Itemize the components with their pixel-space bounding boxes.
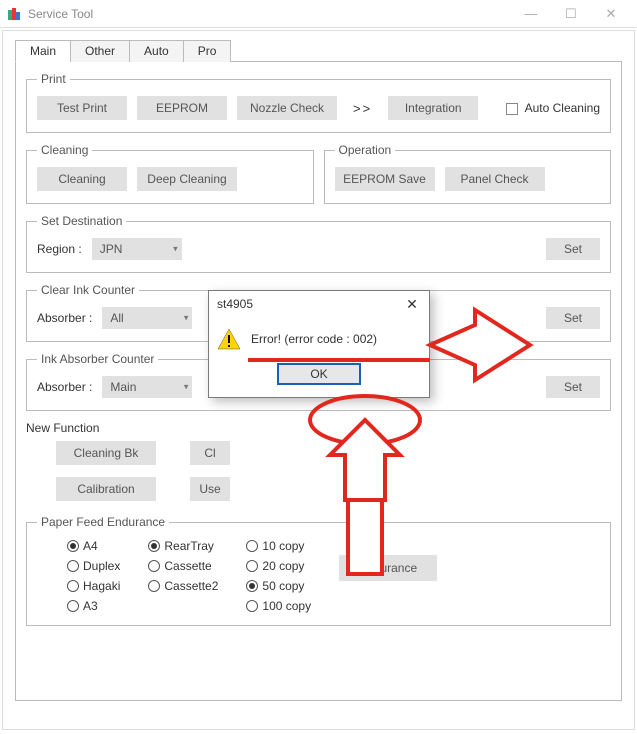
dialog-close-button[interactable]: ✕ — [399, 296, 425, 313]
radio-hagaki[interactable]: Hagaki — [67, 579, 120, 593]
chevron-down-icon: ▾ — [173, 244, 178, 255]
more-icon[interactable]: >> — [347, 101, 378, 116]
title-bar: Service Tool — ☐ ✕ — [0, 0, 637, 28]
radio-reartray[interactable]: RearTray — [148, 539, 218, 553]
auto-cleaning-label: Auto Cleaning — [525, 101, 600, 115]
radio-100copy[interactable]: 100 copy — [246, 599, 311, 613]
group-print-legend: Print — [37, 72, 70, 86]
close-window-button[interactable]: ✕ — [591, 0, 631, 28]
nozzle-check-button[interactable]: Nozzle Check — [237, 96, 337, 120]
ink-absorber-label: Absorber : — [37, 380, 92, 394]
radio-dot-icon — [67, 600, 79, 612]
group-clear-ink-legend: Clear Ink Counter — [37, 283, 139, 297]
group-ink-absorber-legend: Ink Absorber Counter — [37, 352, 158, 366]
error-dialog: st4905 ✕ Error! (error code : 002) OK — [208, 290, 430, 398]
region-select[interactable]: JPN ▾ — [92, 238, 182, 260]
calibration-button[interactable]: Calibration — [56, 477, 156, 501]
ink-absorber-value: Main — [110, 380, 136, 394]
set-destination-set-button[interactable]: Set — [546, 238, 600, 260]
group-set-destination-legend: Set Destination — [37, 214, 126, 228]
eeprom-button[interactable]: EEPROM — [137, 96, 227, 120]
auto-cleaning-checkbox[interactable]: Auto Cleaning — [506, 101, 600, 115]
minimize-button[interactable]: — — [511, 0, 551, 28]
group-cleaning: Cleaning Cleaning Deep Cleaning — [26, 143, 314, 204]
maximize-button[interactable]: ☐ — [551, 0, 591, 28]
radio-cassette[interactable]: Cassette — [148, 559, 218, 573]
app-icon — [6, 6, 22, 22]
tab-pro[interactable]: Pro — [183, 40, 232, 62]
group-operation-legend: Operation — [335, 143, 396, 157]
chevron-down-icon: ▾ — [184, 382, 189, 393]
group-operation: Operation EEPROM Save Panel Check — [324, 143, 612, 204]
radio-cassette2[interactable]: Cassette2 — [148, 579, 218, 593]
radio-a4[interactable]: A4 — [67, 539, 120, 553]
use-button[interactable]: Use — [190, 477, 230, 501]
radio-dot-icon — [148, 540, 160, 552]
new-function-heading: New Function — [26, 421, 611, 435]
ink-absorber-set-button[interactable]: Set — [546, 376, 600, 398]
deep-cleaning-button[interactable]: Deep Cleaning — [137, 167, 237, 191]
ink-absorber-select[interactable]: Main ▾ — [102, 376, 192, 398]
panel-check-button[interactable]: Panel Check — [445, 167, 545, 191]
feed-copies-radios: 10 copy 20 copy 50 copy 100 copy — [246, 539, 313, 613]
feed-size-radios: A4 Duplex Hagaki A3 — [67, 539, 122, 613]
tab-auto[interactable]: Auto — [129, 40, 184, 62]
test-print-button[interactable]: Test Print — [37, 96, 127, 120]
radio-50copy[interactable]: 50 copy — [246, 579, 311, 593]
clear-ink-set-button[interactable]: Set — [546, 307, 600, 329]
dialog-title-bar: st4905 ✕ — [209, 291, 429, 317]
radio-dot-icon — [148, 560, 160, 572]
clear-ink-absorber-select[interactable]: All ▾ — [102, 307, 192, 329]
cl-button[interactable]: Cl — [190, 441, 230, 465]
checkbox-icon — [506, 103, 518, 115]
eeprom-save-button[interactable]: EEPROM Save — [335, 167, 435, 191]
clear-ink-absorber-value: All — [110, 311, 123, 325]
tab-strip: Main Other Auto Pro — [3, 31, 634, 61]
integration-button[interactable]: Integration — [388, 96, 478, 120]
radio-10copy[interactable]: 10 copy — [246, 539, 311, 553]
warning-icon — [217, 327, 241, 351]
radio-a3[interactable]: A3 — [67, 599, 120, 613]
group-cleaning-legend: Cleaning — [37, 143, 92, 157]
radio-dot-icon — [67, 560, 79, 572]
chevron-down-icon: ▾ — [184, 313, 189, 324]
radio-dot-icon — [148, 580, 160, 592]
region-label: Region : — [37, 242, 82, 256]
dialog-title: st4905 — [217, 297, 399, 311]
feed-tray-radios: RearTray Cassette Cassette2 — [148, 539, 220, 593]
window-title: Service Tool — [28, 7, 511, 21]
tab-other[interactable]: Other — [70, 40, 130, 62]
endurance-button[interactable]: Endurance — [339, 555, 437, 581]
region-value: JPN — [100, 242, 123, 256]
group-set-destination: Set Destination Region : JPN ▾ Set — [26, 214, 611, 273]
radio-20copy[interactable]: 20 copy — [246, 559, 311, 573]
clear-ink-absorber-label: Absorber : — [37, 311, 92, 325]
group-print: Print Test Print EEPROM Nozzle Check >> … — [26, 72, 611, 133]
radio-dot-icon — [246, 540, 258, 552]
radio-dot-icon — [67, 580, 79, 592]
cleaning-button[interactable]: Cleaning — [37, 167, 127, 191]
radio-dot-icon — [246, 600, 258, 612]
cleaning-bk-button[interactable]: Cleaning Bk — [56, 441, 156, 465]
dialog-ok-button[interactable]: OK — [277, 363, 361, 385]
group-feed-endurance-legend: Paper Feed Endurance — [37, 515, 169, 529]
tab-main[interactable]: Main — [15, 40, 71, 62]
radio-duplex[interactable]: Duplex — [67, 559, 120, 573]
group-feed-endurance: Paper Feed Endurance A4 Duplex Hagaki A3… — [26, 515, 611, 626]
radio-dot-icon — [246, 580, 258, 592]
radio-dot-icon — [67, 540, 79, 552]
dialog-message: Error! (error code : 002) — [251, 332, 377, 346]
radio-dot-icon — [246, 560, 258, 572]
